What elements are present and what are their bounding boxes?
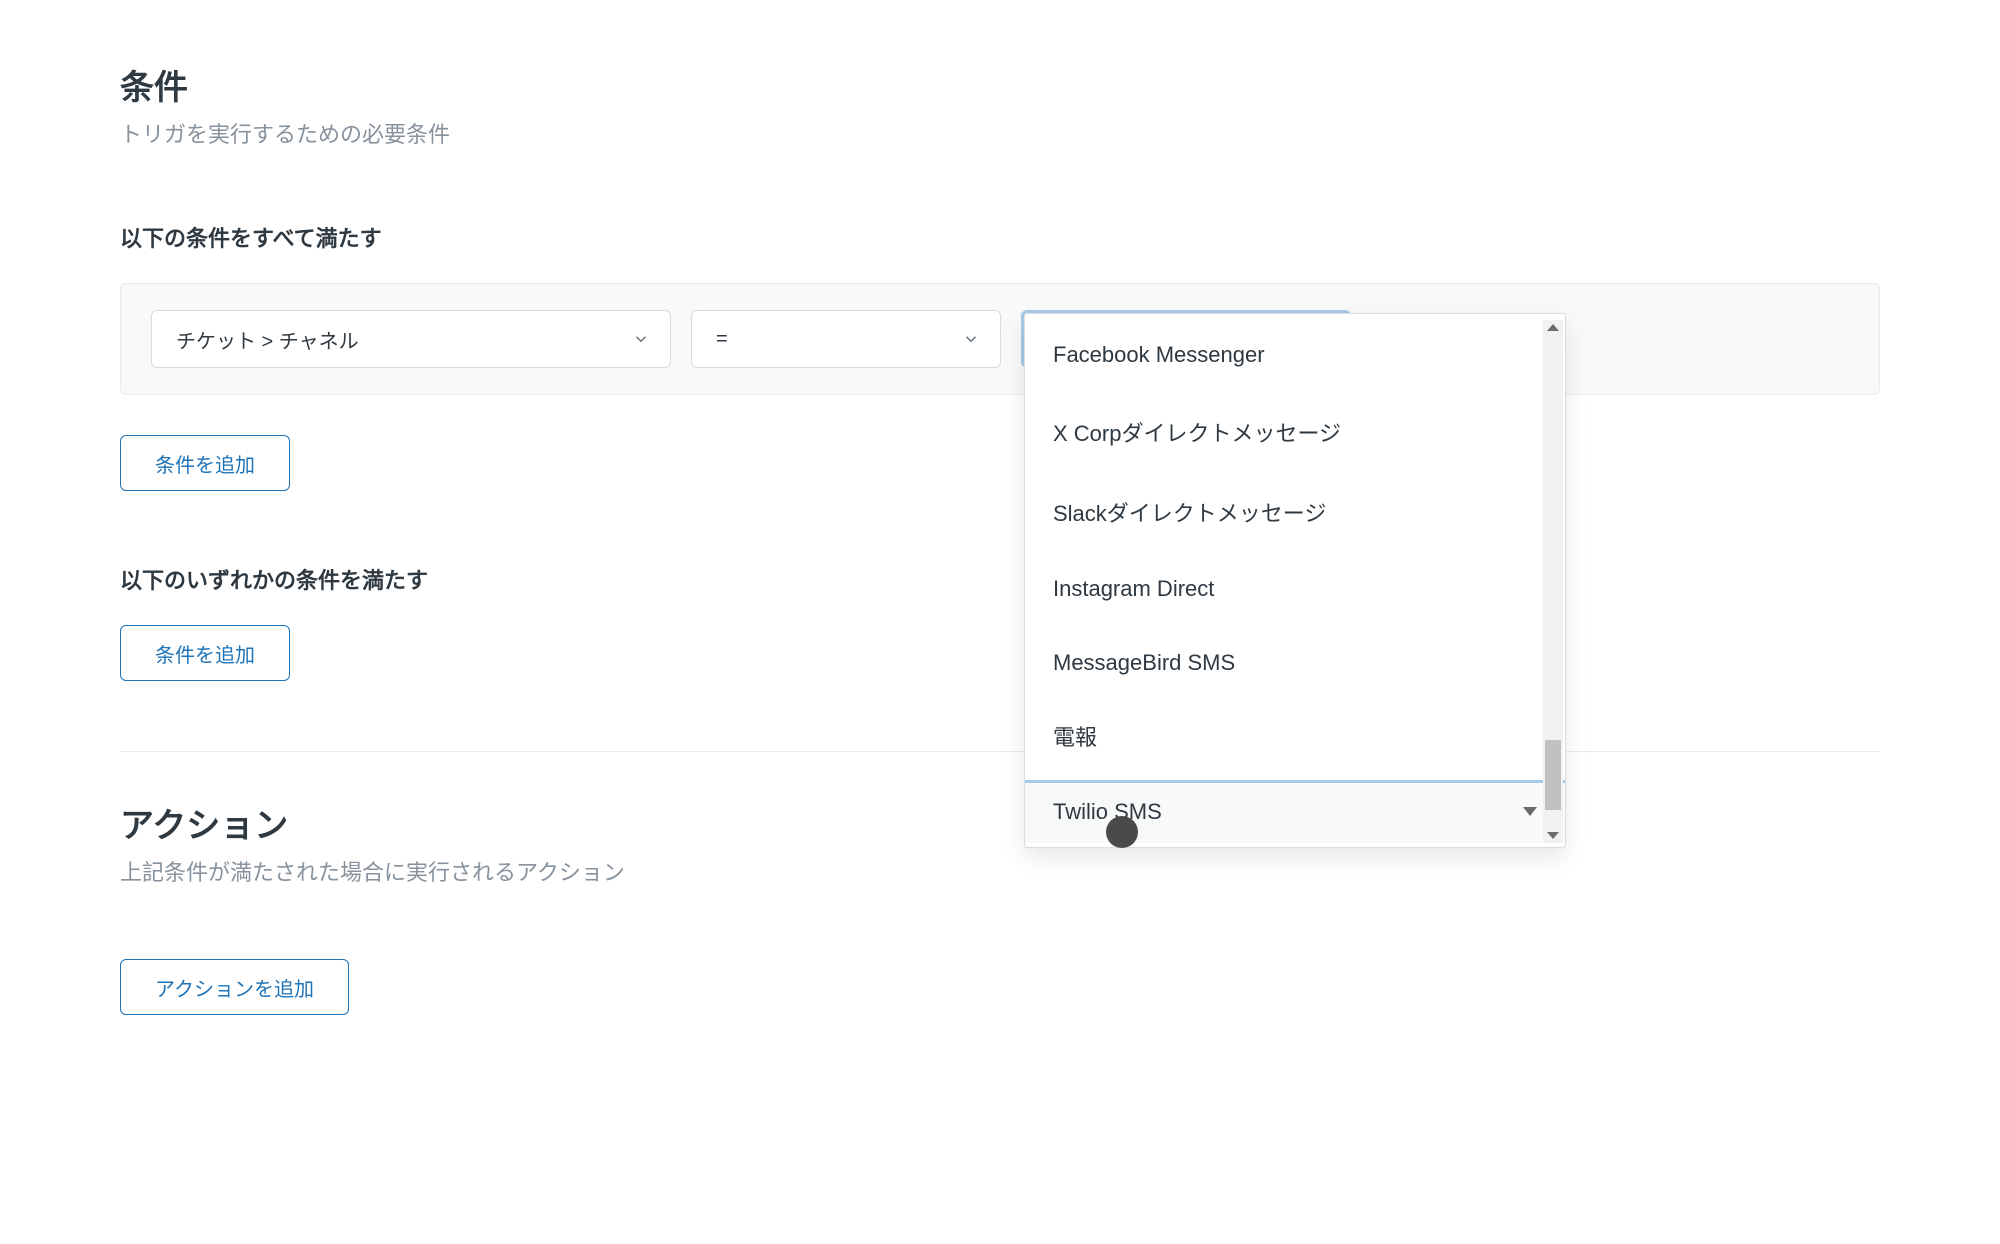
channel-dropdown-list: Facebook Messenger X Corpダイレクトメッセージ Slac…: [1025, 318, 1565, 783]
caret-down-icon: [1523, 807, 1537, 817]
conditions-section: 条件 トリガを実行するための必要条件 以下の条件をすべて満たす チケット > チ…: [120, 60, 1880, 752]
chevron-down-icon: [632, 330, 650, 348]
dropdown-option[interactable]: 電報: [1025, 700, 1565, 780]
conditions-title: 条件: [120, 60, 1880, 109]
condition-field-select[interactable]: チケット > チャネル: [151, 310, 671, 368]
add-condition-all-button[interactable]: 条件を追加: [120, 435, 290, 491]
dropdown-option[interactable]: X Corpダイレクトメッセージ: [1025, 392, 1565, 472]
scrollbar[interactable]: [1543, 320, 1563, 843]
add-condition-any-button[interactable]: 条件を追加: [120, 625, 290, 681]
conditions-all-label: 以下の条件をすべて満たす: [120, 221, 1880, 253]
conditions-subtitle: トリガを実行するための必要条件: [120, 117, 1880, 149]
dropdown-option[interactable]: Instagram Direct: [1025, 552, 1565, 626]
conditions-any-label: 以下のいずれかの条件を満たす: [120, 563, 1880, 595]
dropdown-option[interactable]: MessageBird SMS: [1025, 626, 1565, 700]
condition-field-value: チケット > チャネル: [176, 325, 359, 354]
dropdown-option[interactable]: Slackダイレクトメッセージ: [1025, 472, 1565, 552]
channel-dropdown: Facebook Messenger X Corpダイレクトメッセージ Slac…: [1025, 314, 1565, 847]
dropdown-option[interactable]: Facebook Messenger: [1025, 318, 1565, 392]
dropdown-selected-label: Twilio SMS: [1053, 799, 1162, 825]
add-action-button[interactable]: アクションを追加: [120, 959, 349, 1015]
scroll-up-icon[interactable]: [1547, 324, 1559, 331]
condition-row: チケット > チャネル = Facebook Messenger X Corpダ…: [120, 283, 1880, 395]
section-divider: [120, 751, 1880, 752]
condition-value-select[interactable]: Facebook Messenger X Corpダイレクトメッセージ Slac…: [1021, 310, 1561, 368]
scroll-down-icon[interactable]: [1547, 832, 1559, 839]
chevron-down-icon: [962, 330, 980, 348]
condition-operator-select[interactable]: =: [691, 310, 1001, 368]
actions-title: アクション: [120, 798, 1880, 847]
actions-subtitle: 上記条件が満たされた場合に実行されるアクション: [120, 855, 1880, 887]
condition-operator-value: =: [716, 328, 728, 351]
scroll-thumb[interactable]: [1545, 740, 1561, 810]
actions-section: アクション 上記条件が満たされた場合に実行されるアクション アクションを追加: [120, 798, 1880, 1015]
cursor-indicator: [1106, 816, 1138, 848]
